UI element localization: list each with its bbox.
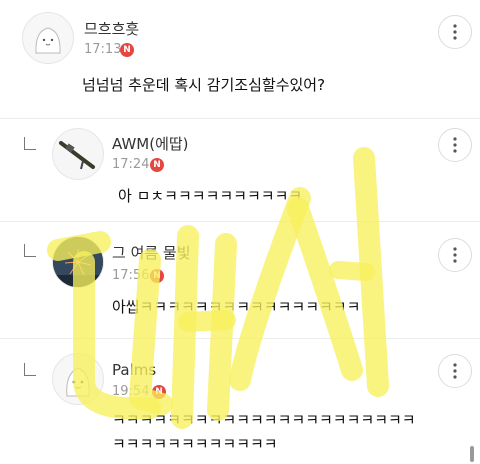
avatar[interactable] (52, 353, 104, 405)
more-options-button[interactable] (438, 354, 472, 388)
author-name[interactable]: 므흐흐흣 (84, 18, 139, 39)
avatar[interactable] (22, 12, 74, 64)
rifle-avatar-icon (59, 141, 95, 170)
author-name[interactable]: 그 여름 물빛 (112, 242, 191, 263)
timestamp: 19:54 (112, 384, 150, 399)
more-vertical-icon (453, 24, 457, 40)
comment-text-line-2: ㅋㅋㅋㅋㅋㅋㅋㅋㅋㅋㅋㅋ (112, 435, 278, 453)
reply-comment: AWM(에땁) 17:24 N 아 ㅁㅊㅋㅋㅋㅋㅋㅋㅋㅋㅋㅋ (0, 119, 480, 221)
new-badge: N (120, 43, 134, 57)
reply-arrow-icon (24, 137, 36, 150)
new-badge: N (150, 269, 164, 283)
more-vertical-icon (453, 137, 457, 153)
avatar[interactable] (52, 236, 104, 288)
author-name[interactable]: AWM(에땁) (112, 133, 189, 154)
avatar[interactable] (52, 128, 104, 180)
comment-text: 아 ㅁㅊㅋㅋㅋㅋㅋㅋㅋㅋㅋㅋ (118, 187, 303, 205)
author-name[interactable]: Palms (112, 361, 156, 379)
more-vertical-icon (453, 247, 457, 263)
more-options-button[interactable] (438, 128, 472, 162)
reply-arrow-icon (24, 244, 36, 257)
new-badge: N (150, 158, 164, 172)
comment-text-line-1: ㅋㅋㅋㅋㅋㅋㅋㅋㅋㅋㅋㅋㅋㅋㅋㅋㅋㅋㅋㅋㅋㅋ (112, 411, 416, 429)
new-badge: N (152, 385, 166, 399)
timestamp: 17:56 (112, 268, 150, 283)
ghost-avatar-icon (35, 27, 61, 54)
more-vertical-icon (453, 363, 457, 379)
scrollbar[interactable] (470, 446, 474, 462)
timestamp: 17:24 (112, 157, 150, 172)
reply-arrow-icon (24, 363, 36, 376)
comment-main: 므흐흐흣 17:13 N 넘넘넘 추운데 혹시 감기조심할수있어? (0, 0, 480, 118)
reply-comment: 그 여름 물빛 17:56 N 아씹ㅋㅋㅋㅋㅋㅋㅋㅋㅋㅋㅋㅋㅋㅋㅋㅋ (0, 222, 480, 338)
comment-text: 넘넘넘 추운데 혹시 감기조심할수있어? (82, 76, 326, 94)
reply-comment: Palms 19:54 N ㅋㅋㅋㅋㅋㅋㅋㅋㅋㅋㅋㅋㅋㅋㅋㅋㅋㅋㅋㅋㅋㅋ ㅋㅋㅋ… (0, 339, 480, 464)
timestamp: 17:13 (84, 42, 122, 57)
more-options-button[interactable] (438, 238, 472, 272)
character-avatar-icon (66, 367, 90, 397)
more-options-button[interactable] (438, 15, 472, 49)
comment-text: 아씹ㅋㅋㅋㅋㅋㅋㅋㅋㅋㅋㅋㅋㅋㅋㅋㅋ (112, 298, 361, 316)
fireworks-avatar-icon (53, 237, 103, 287)
